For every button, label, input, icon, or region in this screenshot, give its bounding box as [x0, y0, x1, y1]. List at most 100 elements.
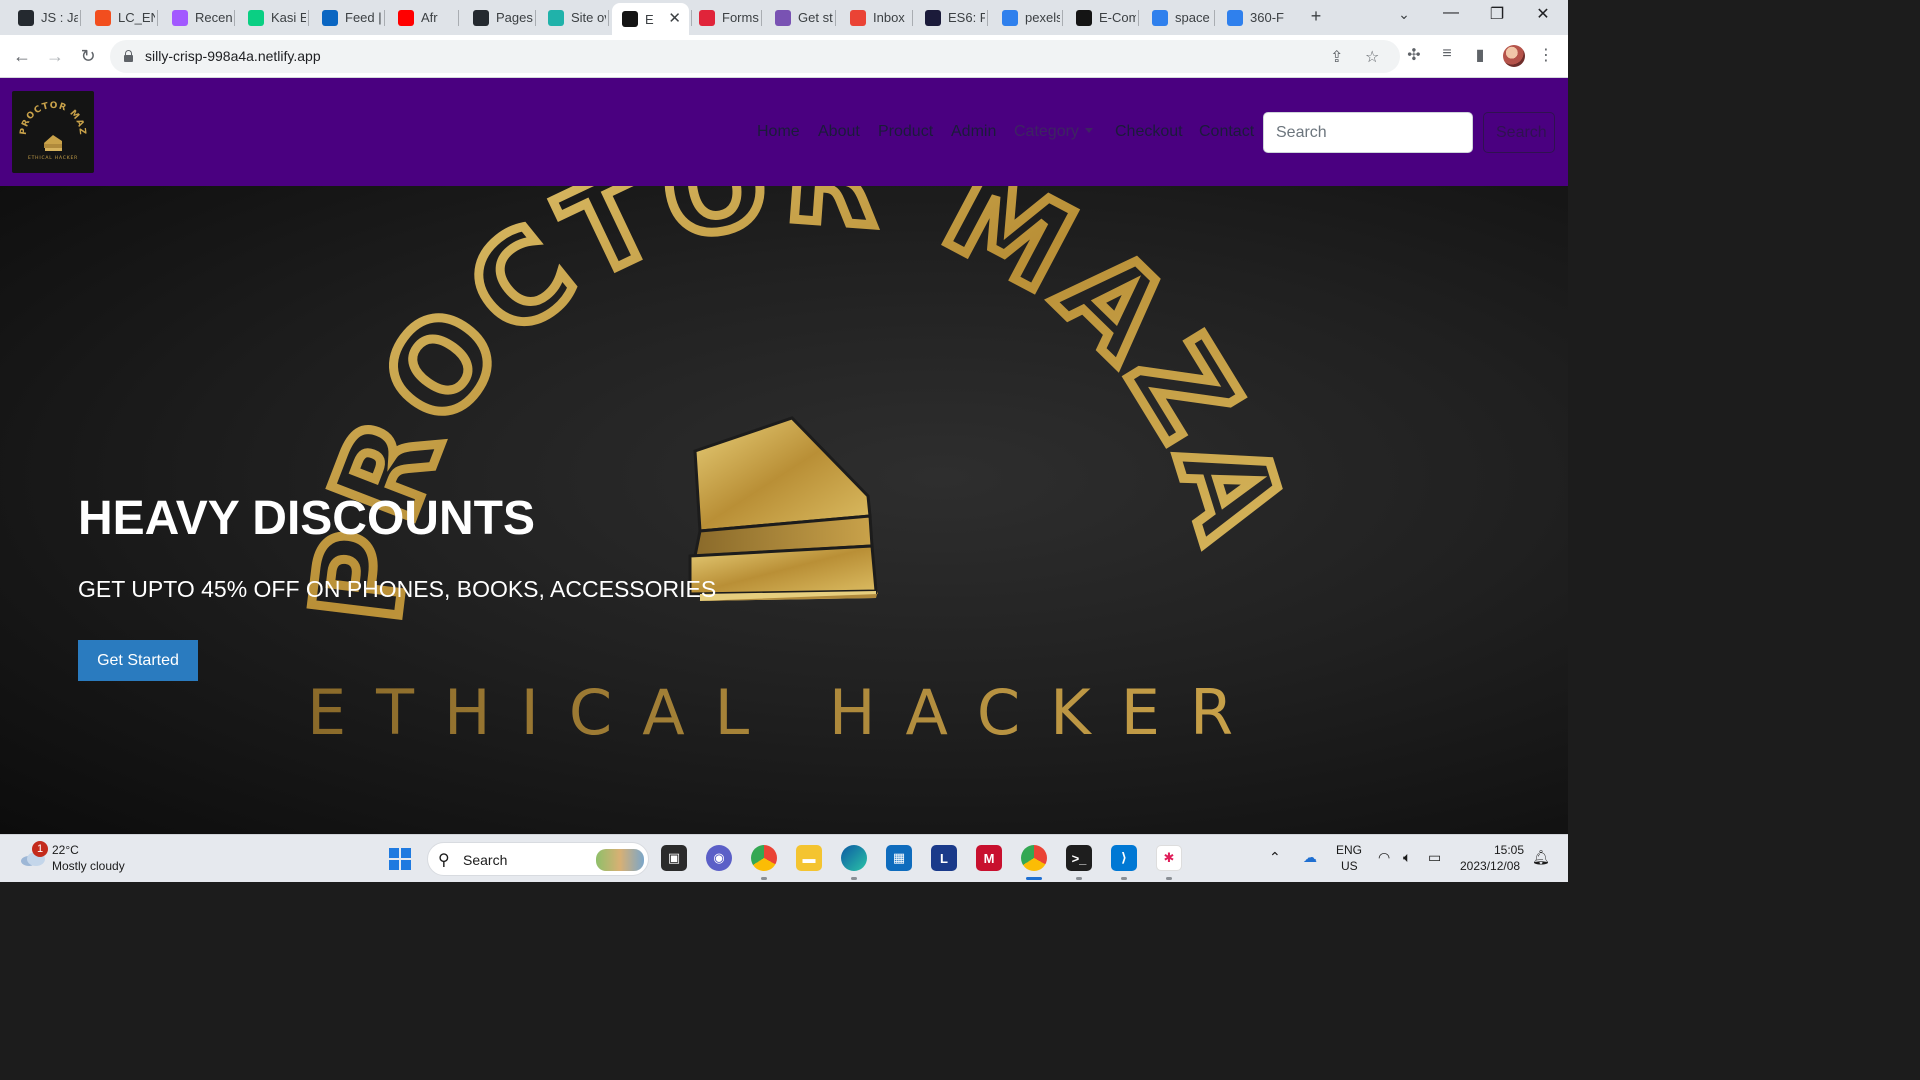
weather-temperature[interactable]: 22°C [52, 843, 79, 857]
tab-title: Site ov [571, 10, 606, 25]
nav-home-link[interactable]: Home [757, 123, 800, 141]
windows-start-icon[interactable] [389, 848, 411, 870]
nav-contact-link[interactable]: Contact [1199, 123, 1254, 141]
tab-title: pexels [1025, 10, 1060, 25]
clock-time[interactable]: 15:05 [1494, 843, 1524, 857]
nav-admin-link[interactable]: Admin [951, 123, 996, 141]
battery-icon[interactable]: ▭ [1428, 849, 1441, 866]
taskbar-search-box[interactable]: ⚲ Search [427, 842, 649, 876]
browser-tab[interactable]: ES6: P [915, 4, 985, 31]
share-icon[interactable]: ⇪ [1330, 47, 1343, 67]
teams-chat-icon[interactable]: ◉ [706, 845, 732, 871]
reload-icon[interactable]: ↻ [76, 44, 100, 68]
chrome-icon[interactable] [1021, 845, 1047, 871]
launcher-l-icon[interactable]: L [931, 845, 957, 871]
restore-button[interactable]: ❐ [1474, 4, 1520, 28]
hero-bottom-text: ETHICAL HACKER [307, 676, 1263, 749]
windows-taskbar: 1 22°C Mostly cloudy ⚲ Search ▣ ◉ ▬ ▦ L … [0, 834, 1568, 882]
browser-tab[interactable]: Feed | [312, 4, 382, 31]
url-text[interactable]: silly-crisp-998a4a.netlify.app [145, 48, 321, 64]
slack-icon[interactable]: ✱ [1156, 845, 1182, 871]
browser-tab[interactable]: Get st [765, 4, 833, 31]
tray-overflow-chevron-icon[interactable]: ⌃ [1269, 849, 1281, 866]
minimize-button[interactable]: — [1428, 4, 1474, 28]
tab-title: Inbox [873, 10, 905, 25]
browser-tab[interactable]: E-Com [1066, 4, 1136, 31]
nav-category-dropdown[interactable]: Category [1014, 123, 1093, 141]
brand-logo[interactable]: PROCTOR MAZA ETHICAL HACKER [12, 91, 94, 173]
menu-kebab-icon[interactable]: ⋮ [1535, 45, 1557, 65]
tab-separator [1062, 10, 1063, 26]
tab-title: Forms [722, 10, 759, 25]
tab-title: space [1175, 10, 1210, 25]
nav-checkout-link[interactable]: Checkout [1115, 123, 1183, 141]
site-search-button[interactable]: Search [1483, 112, 1555, 153]
side-panel-icon[interactable]: ▮ [1469, 45, 1491, 65]
site-navbar: PROCTOR MAZA ETHICAL HACKER Home About P… [0, 78, 1568, 186]
forward-arrow-icon[interactable]: → [43, 44, 67, 68]
browser-tab[interactable]: LC_EN [85, 4, 155, 31]
weather-alert-badge: 1 [32, 841, 48, 857]
figma-icon [95, 9, 111, 26]
mcafee-shield-icon[interactable]: M [976, 845, 1002, 871]
hero-subtitle: GET UPTO 45% OFF ON PHONES, BOOKS, ACCES… [78, 576, 717, 602]
media-queue-icon[interactable]: ≡ [1436, 45, 1458, 63]
edge-browser-icon[interactable] [841, 845, 867, 871]
input-region[interactable]: US [1341, 859, 1358, 873]
browser-tab[interactable]: Afr [388, 4, 456, 31]
tab-separator [308, 10, 309, 26]
nav-about-link[interactable]: About [818, 123, 860, 141]
address-bar[interactable]: silly-crisp-998a4a.netlify.app ⇪ ☆ [110, 40, 1400, 73]
browser-tab[interactable]: JS : Ja [8, 4, 78, 31]
microsoft-store-icon[interactable]: ▦ [886, 845, 912, 871]
clock-date[interactable]: 2023/12/08 [1460, 859, 1520, 873]
site-icon [1076, 9, 1092, 26]
terminal-icon[interactable]: >_ [1066, 845, 1092, 871]
site-search-input[interactable] [1263, 112, 1473, 153]
tab-title: LC_EN [118, 10, 155, 25]
task-view-icon[interactable]: ▣ [661, 845, 687, 871]
new-tab-button[interactable]: + [1304, 6, 1328, 27]
vscode-icon[interactable]: ⟩ [1111, 845, 1137, 871]
close-window-button[interactable]: ✕ [1520, 4, 1566, 28]
weather-description[interactable]: Mostly cloudy [52, 859, 125, 873]
browser-tab[interactable]: Recent [162, 4, 232, 31]
notification-bell-icon[interactable]: 🔔︎ [1532, 849, 1550, 866]
browser-tab[interactable]: Site ov [538, 4, 606, 31]
onedrive-icon[interactable]: ☁ [1303, 849, 1317, 866]
browser-toolbar: ← → ↻ silly-crisp-998a4a.netlify.app ⇪ ☆… [0, 35, 1568, 78]
browser-tab[interactable]: Forms [689, 4, 759, 31]
input-language[interactable]: ENG [1336, 843, 1362, 857]
back-arrow-icon[interactable]: ← [10, 44, 34, 68]
browser-tab[interactable]: Inbox [840, 4, 910, 31]
hero-banner: PROCTOR MAZA ETHICAL HACKER HEAVY DISCOU… [0, 186, 1568, 834]
chrome-canary-icon[interactable] [751, 845, 777, 871]
lock-icon[interactable] [124, 50, 133, 62]
profile-avatar[interactable] [1503, 45, 1525, 67]
extensions-puzzle-icon[interactable]: ✣ [1403, 45, 1425, 65]
browser-tab[interactable]: space [1142, 4, 1212, 31]
nav-product-link[interactable]: Product [878, 123, 933, 141]
browser-tab[interactable]: 360-F [1217, 4, 1287, 31]
wifi-icon[interactable]: ◠ [1378, 849, 1390, 866]
browser-tab[interactable]: Pages [463, 4, 533, 31]
taskbar-search-label: Search [463, 852, 508, 868]
forms-icon [699, 9, 715, 26]
browser-tab[interactable]: Kasi Ec [238, 4, 306, 31]
code-icon [925, 9, 941, 26]
browser-tab[interactable]: pexels [992, 4, 1060, 31]
tab-search-chevron-icon[interactable]: ⌄ [1392, 6, 1416, 23]
browser-tab[interactable]: E ✕ [612, 3, 689, 35]
github-icon [18, 9, 34, 26]
youtube-icon [398, 9, 414, 26]
get-started-button[interactable]: Get Started [78, 640, 198, 681]
tab-separator [835, 10, 836, 26]
tab-close-icon[interactable]: ✕ [668, 9, 681, 27]
bookmark-star-icon[interactable]: ☆ [1365, 47, 1379, 67]
app-running-indicator [761, 877, 767, 880]
file-explorer-icon[interactable]: ▬ [796, 845, 822, 871]
volume-icon[interactable]: 🔈︎ [1403, 849, 1411, 866]
netlify-icon [548, 9, 564, 26]
figma-icon [172, 9, 188, 26]
tab-title: JS : Ja [41, 10, 78, 25]
